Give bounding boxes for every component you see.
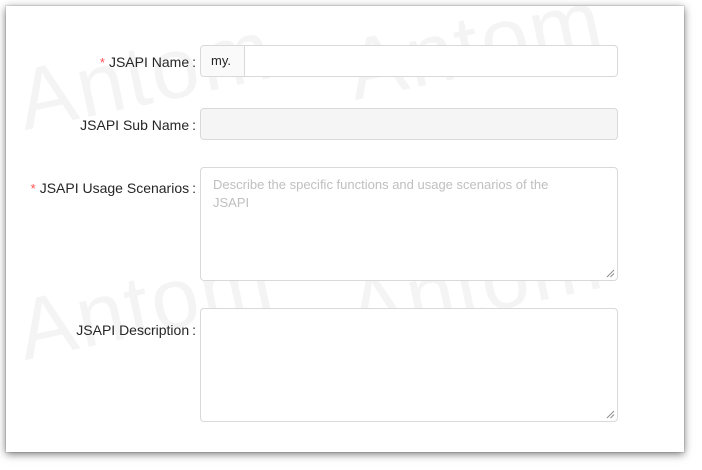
label-colon: : <box>192 54 196 70</box>
form-panel: Antom Antom Antom Antom *JSAPI Name: my.… <box>6 6 684 452</box>
resize-handle-icon[interactable] <box>605 409 615 419</box>
jsapi-sub-name-input[interactable] <box>200 108 618 140</box>
label-colon: : <box>192 322 196 338</box>
jsapi-name-prefix: my. <box>201 46 245 76</box>
jsapi-usage-scenarios-label-text: JSAPI Usage Scenarios <box>39 180 190 196</box>
jsapi-usage-scenarios-placeholder: Describe the specific functions and usag… <box>213 177 549 210</box>
jsapi-description-label: JSAPI Description: <box>76 322 196 338</box>
jsapi-sub-name-label-text: JSAPI Sub Name <box>80 117 190 133</box>
required-mark: * <box>99 55 105 70</box>
jsapi-description-label-text: JSAPI Description <box>76 322 190 338</box>
jsapi-name-label: * JSAPI Name: <box>100 54 196 70</box>
label-colon: : <box>192 180 196 196</box>
jsapi-usage-scenarios-textarea[interactable]: Describe the specific functions and usag… <box>200 167 618 281</box>
jsapi-description-textarea[interactable] <box>200 308 618 422</box>
resize-handle-icon[interactable] <box>605 268 615 278</box>
jsapi-name-input[interactable]: my. <box>200 45 618 77</box>
required-mark: * <box>30 181 36 196</box>
jsapi-usage-scenarios-label: * JSAPI Usage Scenarios: <box>31 180 196 196</box>
jsapi-name-label-text: JSAPI Name <box>108 54 190 70</box>
jsapi-sub-name-label: JSAPI Sub Name: <box>80 117 196 133</box>
label-colon: : <box>192 117 196 133</box>
